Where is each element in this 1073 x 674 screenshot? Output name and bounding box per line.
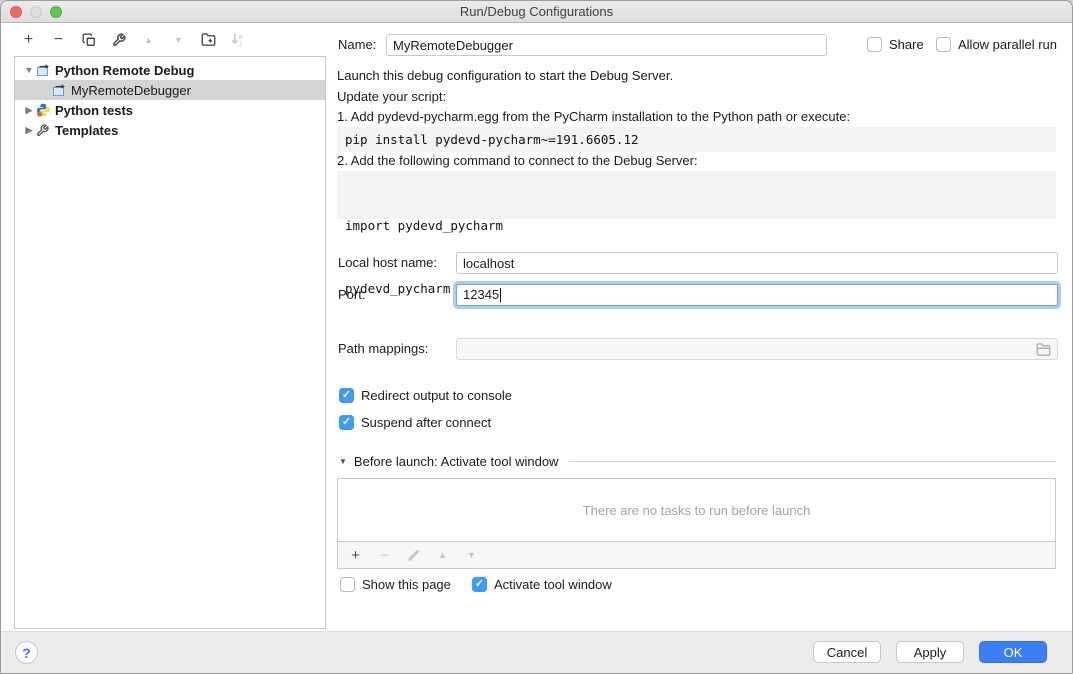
allow-parallel-run-checkbox[interactable]: Allow parallel run [936,37,1057,52]
path-mappings-label: Path mappings: [338,338,428,360]
settrace-code-line1: import pydevd_pycharm [345,215,1048,236]
run-debug-configurations-dialog: Run/Debug Configurations + − ▲ ▼ az [0,0,1073,674]
port-input[interactable]: 12345 [456,284,1058,306]
action-buttons: Cancel Apply OK [813,641,1047,663]
configurations-toolbar: + − ▲ ▼ az [1,23,326,56]
remove-task-icon[interactable]: − [377,547,392,564]
tree-item-label: Python tests [55,103,133,118]
checkbox-checked[interactable]: ✓ [472,577,487,592]
show-this-page-checkbox[interactable]: Show this page [340,577,451,592]
add-icon[interactable]: + [20,31,37,48]
move-up-icon[interactable]: ▲ [140,31,157,48]
edit-task-pencil-icon[interactable] [406,549,421,562]
chevron-down-icon[interactable]: ▼ [22,65,36,75]
checkbox-checked[interactable]: ✓ [339,415,354,430]
move-task-up-icon[interactable]: ▲ [435,550,450,560]
before-launch-task-list[interactable]: There are no tasks to run before launch [337,478,1056,542]
titlebar: Run/Debug Configurations [1,1,1072,23]
check-icon: ✓ [342,417,351,428]
activate-tool-window-label: Activate tool window [494,577,612,592]
sort-alphabetically-icon[interactable]: az [230,31,247,48]
svg-text:a: a [239,34,243,41]
empty-tasks-text: There are no tasks to run before launch [583,503,811,518]
activate-tool-window-checkbox[interactable]: ✓ Activate tool window [472,577,612,592]
suspend-after-connect-label: Suspend after connect [361,415,491,430]
pip-install-code: pip install pydevd-pycharm~=191.6605.12 [337,127,1056,152]
name-input[interactable] [386,34,827,56]
help-text-line1: Launch this debug configuration to start… [337,68,673,83]
checkbox-checked[interactable]: ✓ [339,388,354,403]
allow-parallel-run-label: Allow parallel run [958,37,1057,52]
share-label: Share [889,37,924,52]
dialog-footer: ? Cancel Apply OK [1,631,1072,673]
python-tests-icon [36,103,51,117]
step1-text: 1. Add pydevd-pycharm.egg from the PyCha… [337,109,850,124]
apply-button[interactable]: Apply [896,641,964,663]
show-this-page-label: Show this page [362,577,451,592]
chevron-right-icon[interactable]: ▶ [22,125,36,136]
tree-item-label: Python Remote Debug [55,63,194,78]
chevron-down-icon[interactable]: ▼ [339,457,347,466]
remote-debug-config-icon [52,83,67,97]
move-task-down-icon[interactable]: ▼ [464,550,479,560]
suspend-after-connect-checkbox[interactable]: ✓ Suspend after connect [339,415,491,430]
add-task-icon[interactable]: + [348,547,363,564]
before-launch-section-header[interactable]: ▼ Before launch: Activate tool window [339,454,1056,469]
tree-item-python-remote-debug[interactable]: ▼ Python Remote Debug [15,60,325,80]
checkbox-unchecked[interactable] [867,37,882,52]
configuration-editor: Name: Share Allow parallel run Launch th… [326,23,1072,631]
section-divider [569,461,1056,462]
check-icon: ✓ [475,579,484,590]
cancel-button[interactable]: Cancel [813,641,881,663]
text-caret [500,288,501,302]
ok-button[interactable]: OK [979,641,1047,663]
templates-wrench-icon [36,123,51,137]
chevron-right-icon[interactable]: ▶ [22,105,36,116]
new-folder-icon[interactable] [200,31,217,48]
folder-icon[interactable] [1036,342,1051,357]
tree-item-label: Templates [55,123,118,138]
path-mappings-input [456,338,1058,360]
remote-debug-config-icon [36,63,51,77]
dialog-content: + − ▲ ▼ az ▼ Python Rem [1,23,1072,631]
help-text-line2: Update your script: [337,89,446,104]
redirect-output-label: Redirect output to console [361,388,512,403]
checkbox-unchecked[interactable] [340,577,355,592]
tree-item-label: MyRemoteDebugger [71,83,191,98]
question-mark-icon: ? [22,645,31,661]
help-button[interactable]: ? [15,641,38,664]
tree-item-templates[interactable]: ▶ Templates [15,120,325,140]
local-host-name-input[interactable] [456,252,1058,274]
redirect-output-checkbox[interactable]: ✓ Redirect output to console [339,388,512,403]
local-host-name-label: Local host name: [338,252,437,274]
task-list-toolbar: + − ▲ ▼ [337,542,1056,569]
remove-icon[interactable]: − [50,31,67,48]
move-down-icon[interactable]: ▼ [170,31,187,48]
checkbox-unchecked[interactable] [936,37,951,52]
configurations-tree: ▼ Python Remote Debug MyRemoteDebugger ▶ [14,56,326,629]
tree-item-myremotedebugger[interactable]: MyRemoteDebugger [15,80,325,100]
tree-item-python-tests[interactable]: ▶ Python tests [15,100,325,120]
edit-defaults-wrench-icon[interactable] [110,31,127,48]
window-title: Run/Debug Configurations [1,4,1072,19]
name-label: Name: [338,34,376,56]
port-label: Port: [338,284,365,306]
share-checkbox[interactable]: Share [867,37,924,52]
svg-text:z: z [239,42,243,47]
before-launch-title: Before launch: Activate tool window [354,454,559,469]
copy-icon[interactable] [80,31,97,48]
check-icon: ✓ [342,390,351,401]
port-value: 12345 [463,285,499,305]
settrace-code: import pydevd_pycharm pydevd_pycharm.set… [337,171,1056,219]
step2-text: 2. Add the following command to connect … [337,153,698,168]
